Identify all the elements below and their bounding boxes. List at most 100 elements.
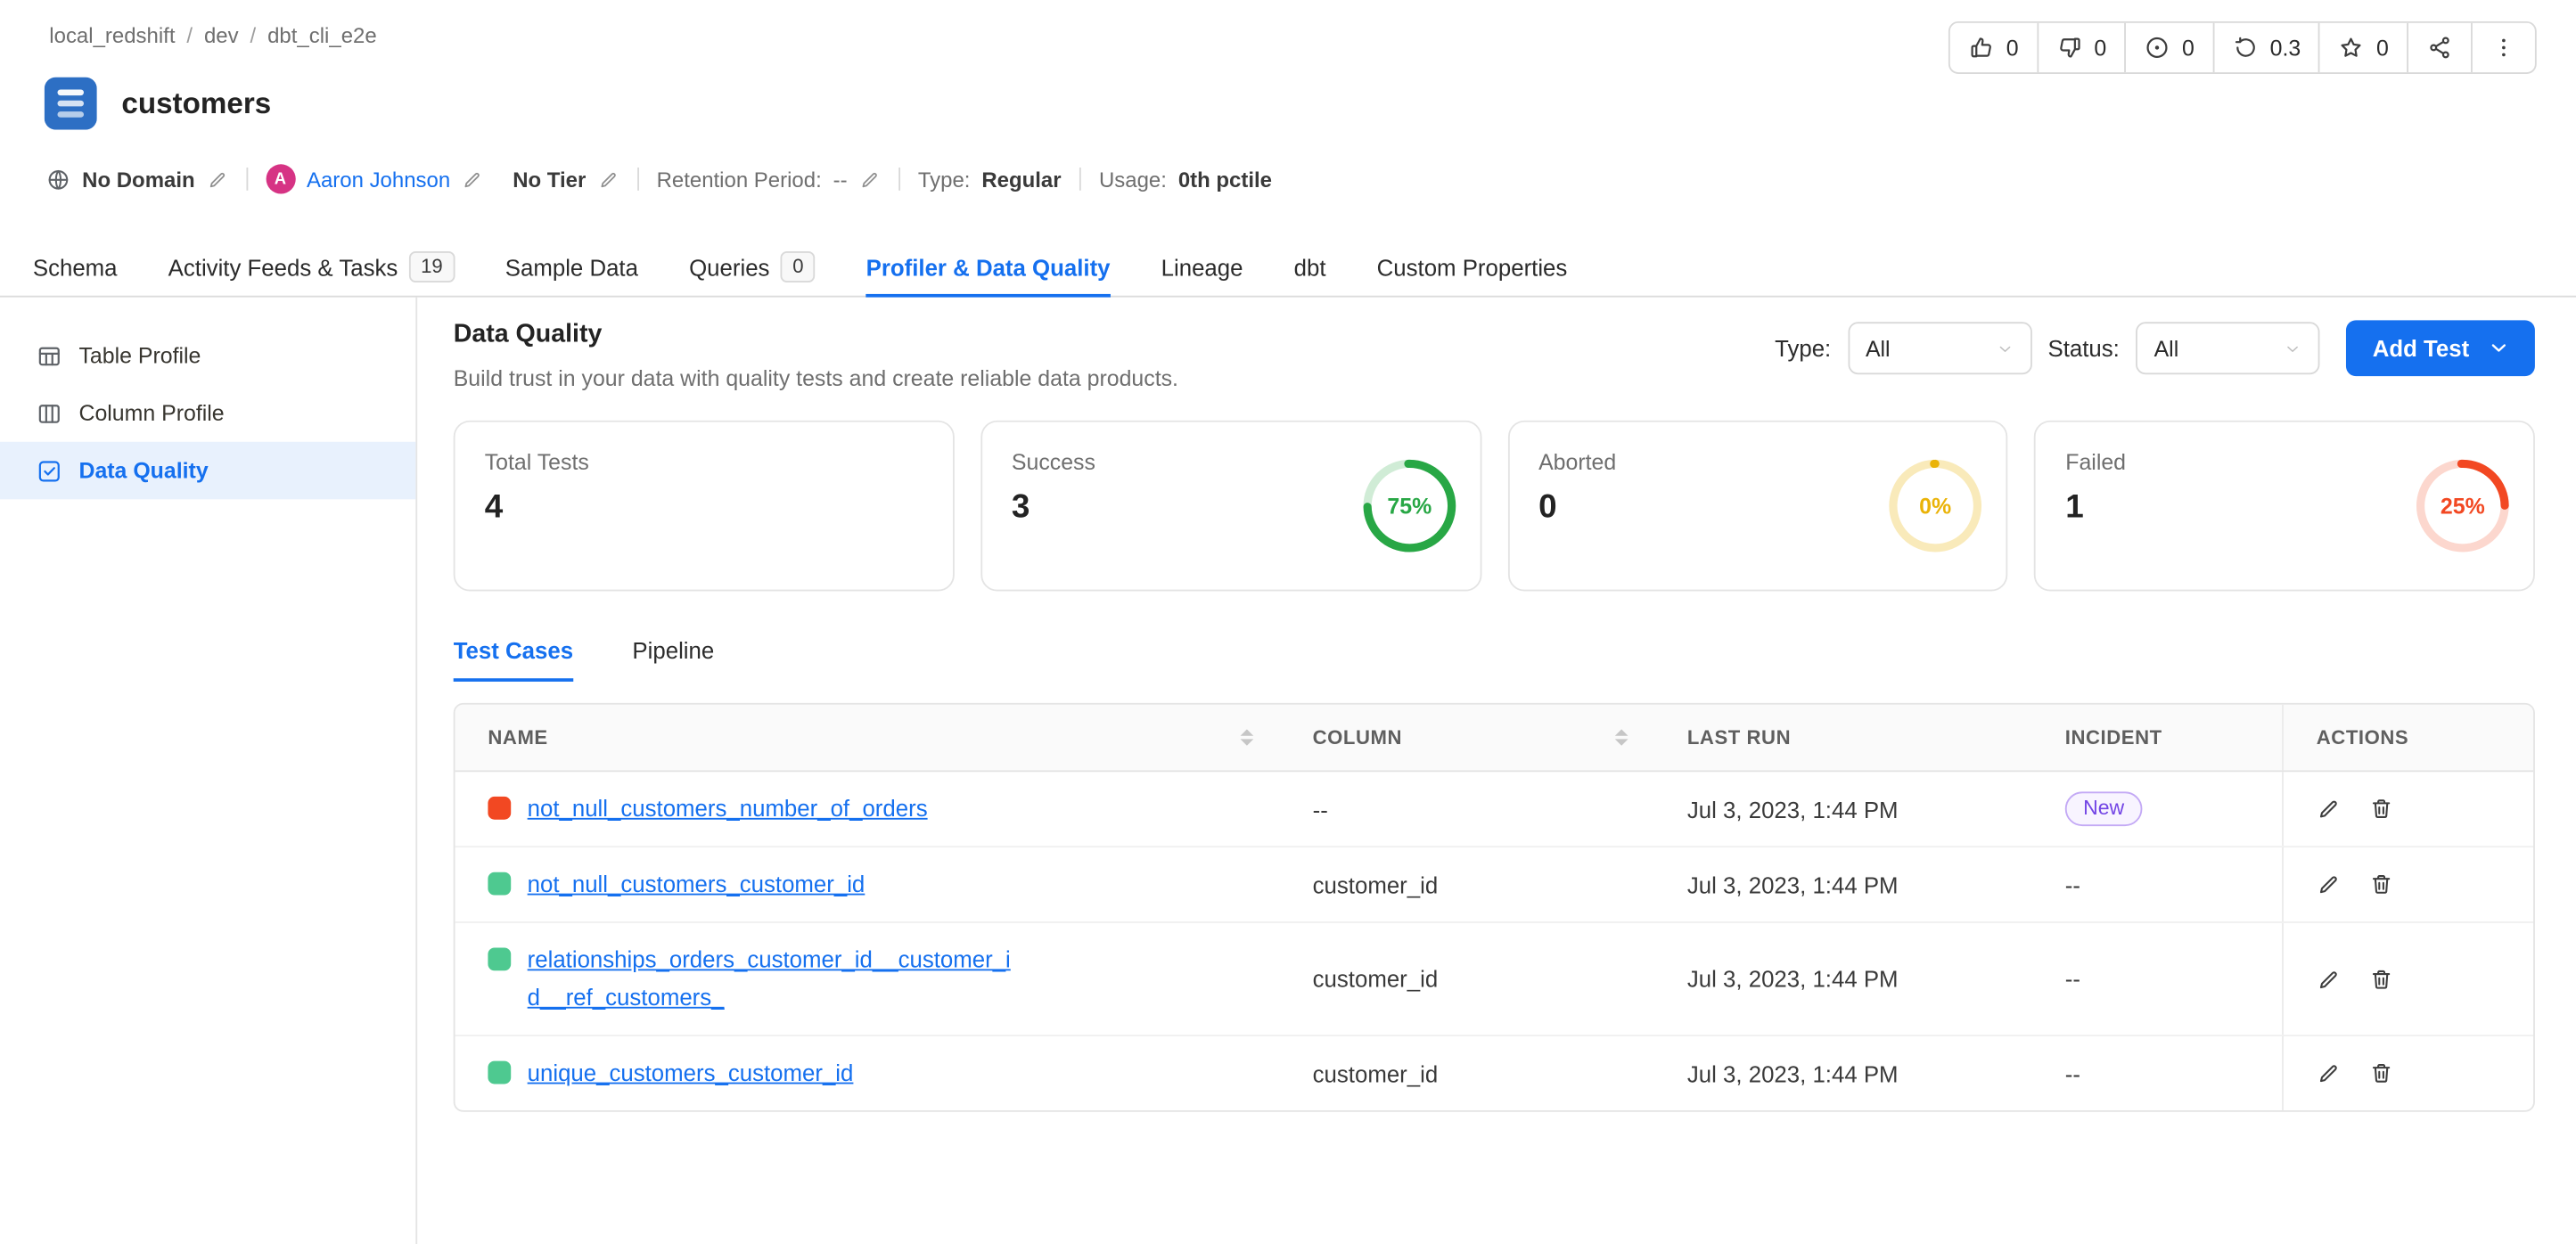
trash-icon [2369,1061,2394,1086]
last-run-cell: Jul 3, 2023, 1:44 PM [1654,966,2032,992]
delete-test-button[interactable] [2369,1061,2394,1086]
downvote-button[interactable]: 0 [2037,23,2125,72]
column-header-name[interactable]: NAME [455,705,1280,771]
column-cell: customer_id [1280,1060,1654,1086]
type-value: Regular [981,167,1061,192]
trash-icon [2369,872,2394,897]
retention-item: Retention Period: -- [657,167,881,192]
incident-cell: New [2032,792,2282,827]
test-case-link[interactable]: relationships_orders_customer_id__custom… [528,942,1021,1018]
meta-divider [1079,168,1081,191]
pencil-icon [2317,872,2342,897]
aborted-percent-ring: 0% [1888,459,1983,554]
meta-divider [246,168,248,191]
type-filter-label: Type: [1775,335,1831,361]
entity-tabs: Schema Activity Feeds & Tasks19 Sample D… [0,238,2576,297]
tab-activity-feeds[interactable]: Activity Feeds & Tasks19 [168,238,455,296]
tab-custom-properties[interactable]: Custom Properties [1377,238,1568,296]
tab-schema[interactable]: Schema [33,238,118,296]
type-filter-select[interactable]: All [1848,322,2031,374]
retention-value: -- [833,167,848,192]
actions-cell [2282,847,2533,921]
column-cell: customer_id [1280,966,1654,992]
type-label: Type: [918,167,971,192]
delete-test-button[interactable] [2369,872,2394,897]
sort-icon[interactable] [1615,729,1628,746]
breadcrumb-service-link[interactable]: local_redshift [49,23,175,48]
delete-test-button[interactable] [2369,967,2394,992]
usage-item: Usage: 0th pctile [1099,167,1272,192]
pencil-icon [207,168,228,190]
tasks-button[interactable]: 0 [2124,23,2212,72]
more-options-button[interactable] [2471,23,2535,72]
owner-item: A Aaron Johnson [266,164,483,193]
sidebar-item-label: Table Profile [78,343,201,368]
sidebar-item-label: Data Quality [78,458,208,483]
upvote-button[interactable]: 0 [1950,23,2037,72]
tab-queries[interactable]: Queries0 [689,238,815,296]
table-row: not_null_customers_number_of_orders -- J… [455,773,2534,848]
thumbs-up-icon [1968,35,1994,61]
last-run-cell: Jul 3, 2023, 1:44 PM [1654,1060,2032,1086]
chevron-down-icon [1996,340,2014,357]
domain-value: No Domain [82,167,194,192]
chevron-down-icon [2284,340,2301,357]
header-label: NAME [488,726,547,749]
edit-domain-button[interactable] [207,168,228,190]
column-header-actions: ACTIONS [2282,705,2533,771]
edit-tier-button[interactable] [597,168,619,190]
pencil-icon [462,168,483,190]
breadcrumb-database-link[interactable]: dev [204,23,239,48]
tab-label: Custom Properties [1377,254,1568,280]
column-header-column[interactable]: COLUMN [1280,705,1654,771]
edit-test-button[interactable] [2317,797,2342,822]
column-cell: -- [1280,796,1654,822]
incident-new-badge[interactable]: New [2065,792,2143,827]
column-profile-icon [37,400,62,426]
share-button[interactable] [2407,23,2471,72]
test-case-link[interactable]: unique_customers_customer_id [528,1055,854,1093]
tab-profiler-data-quality[interactable]: Profiler & Data Quality [866,238,1111,296]
svg-text:75%: 75% [1387,495,1432,520]
usage-value: 0th pctile [1178,167,1272,192]
svg-text:0%: 0% [1920,495,1952,520]
edit-retention-button[interactable] [859,168,881,190]
edit-owner-button[interactable] [462,168,483,190]
test-case-link[interactable]: not_null_customers_customer_id [528,866,866,904]
owner-link[interactable]: Aaron Johnson [307,167,450,192]
add-test-button[interactable]: Add Test [2346,320,2535,376]
tab-count-badge: 19 [409,251,454,282]
incident-cell: -- [2032,1060,2282,1086]
incident-cell: -- [2032,872,2282,897]
breadcrumb-separator: / [186,23,193,48]
test-case-link[interactable]: not_null_customers_number_of_orders [528,790,928,828]
tab-sample-data[interactable]: Sample Data [505,238,638,296]
edit-test-button[interactable] [2317,967,2342,992]
column-header-incident: INCIDENT [2032,705,2282,771]
breadcrumb-schema-link[interactable]: dbt_cli_e2e [267,23,377,48]
tab-label: Sample Data [505,254,638,280]
panel-description: Build trust in your data with quality te… [454,364,1178,395]
tasks-count: 0 [2182,36,2195,61]
sidebar-item-table-profile[interactable]: Table Profile [0,327,415,385]
tab-lineage[interactable]: Lineage [1161,238,1243,296]
tab-test-cases[interactable]: Test Cases [454,638,573,683]
table-row: relationships_orders_customer_id__custom… [455,923,2534,1036]
sidebar-item-data-quality[interactable]: Data Quality [0,442,415,500]
delete-test-button[interactable] [2369,797,2394,822]
edit-test-button[interactable] [2317,872,2342,897]
tab-dbt[interactable]: dbt [1294,238,1326,296]
meta-divider [636,168,638,191]
status-filter-select[interactable]: All [2136,322,2319,374]
version-history-button[interactable]: 0.3 [2212,23,2318,72]
edit-test-button[interactable] [2317,1061,2342,1086]
tab-pipeline[interactable]: Pipeline [632,638,714,683]
table-row: unique_customers_customer_id customer_id… [455,1036,2534,1110]
test-cases-table: NAME COLUMN LAST RUN INCIDENT ACTIONS no… [454,703,2535,1112]
summary-cards: Total Tests 4 Success 3 75% Aborted 0 [454,421,2535,592]
follow-star-button[interactable]: 0 [2319,23,2408,72]
sidebar-item-column-profile[interactable]: Column Profile [0,384,415,442]
meta-divider [898,168,900,191]
sort-icon[interactable] [1241,729,1254,746]
failed-card: Failed 1 25% [2034,421,2535,592]
